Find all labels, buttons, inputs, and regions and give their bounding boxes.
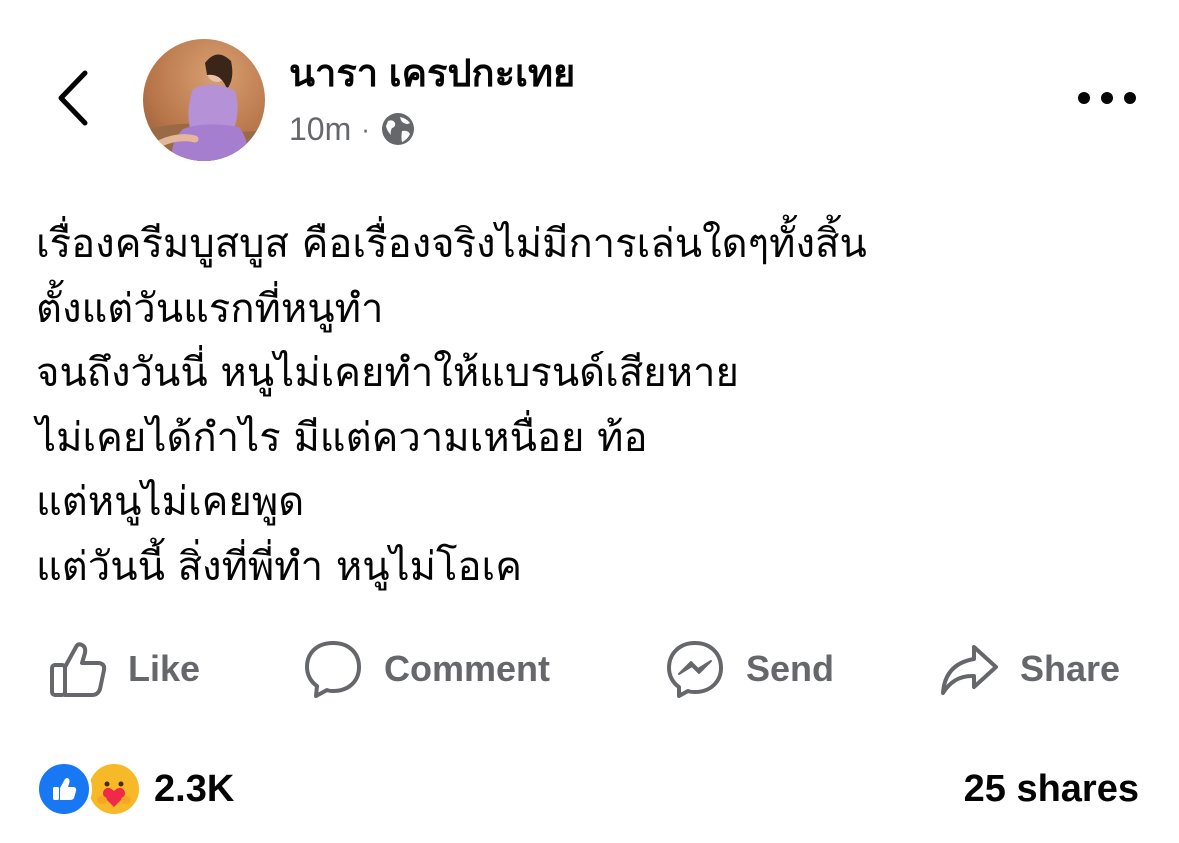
globe-icon[interactable] (380, 111, 416, 147)
post-line: จนถึงวันนี่ หนูไม่เคยทำให้แบรนด์เสียหาย (36, 350, 739, 396)
more-horizontal-icon (1078, 92, 1136, 104)
post-line: ตั้งแต่วันแรกที่หนูทำ (36, 285, 384, 332)
back-button[interactable] (48, 66, 96, 130)
action-bar: Like Comment Send Share (0, 632, 1179, 706)
post-text: เรื่องครีมบูสบูส คือเรื่องจริงไม่มีการเล… (36, 212, 1146, 599)
care-reaction-icon (86, 761, 142, 817)
send-button[interactable]: Send (664, 632, 834, 706)
comment-label: Comment (384, 648, 551, 689)
like-label: Like (128, 648, 201, 689)
post-line: ไม่เคยได้กำไร มีแต่ความเหนื่อย ท้อ (36, 414, 648, 461)
shares-count[interactable]: 25 shares (964, 760, 1139, 818)
meta-separator: · (361, 113, 370, 144)
chevron-left-icon (58, 70, 88, 126)
share-arrow-icon (941, 645, 998, 695)
post-time[interactable]: 10m (289, 111, 351, 148)
reaction-count: 2.3K (154, 767, 235, 810)
share-button[interactable]: Share (938, 632, 1120, 706)
author-name[interactable]: นารา เครปกะเทย (289, 50, 575, 98)
thumbs-up-icon (50, 642, 107, 697)
post-line: แต่วันนี้ สิ่งที่พี่ทำ หนูไม่โอเค (36, 543, 522, 590)
share-label: Share (1020, 648, 1121, 689)
avatar[interactable] (143, 39, 265, 161)
like-button[interactable]: Like (48, 632, 200, 706)
post-line: แต่หนูไม่เคยพูด (36, 479, 305, 525)
messenger-icon (667, 641, 723, 698)
post-meta: 10m · (289, 108, 416, 150)
reactions-summary[interactable]: 2.3K (36, 760, 234, 818)
send-label: Send (746, 648, 835, 689)
more-options-button[interactable] (1074, 78, 1140, 118)
comment-icon (305, 641, 361, 698)
comment-button[interactable]: Comment (302, 632, 550, 706)
post-page: นารา เครปกะเทย 10m · เรื่องครีมบูสบูส คื… (0, 0, 1179, 843)
like-reaction-icon (36, 761, 92, 817)
post-line: เรื่องครีมบูสบูส คือเรื่องจริงไม่มีการเล… (36, 221, 867, 267)
